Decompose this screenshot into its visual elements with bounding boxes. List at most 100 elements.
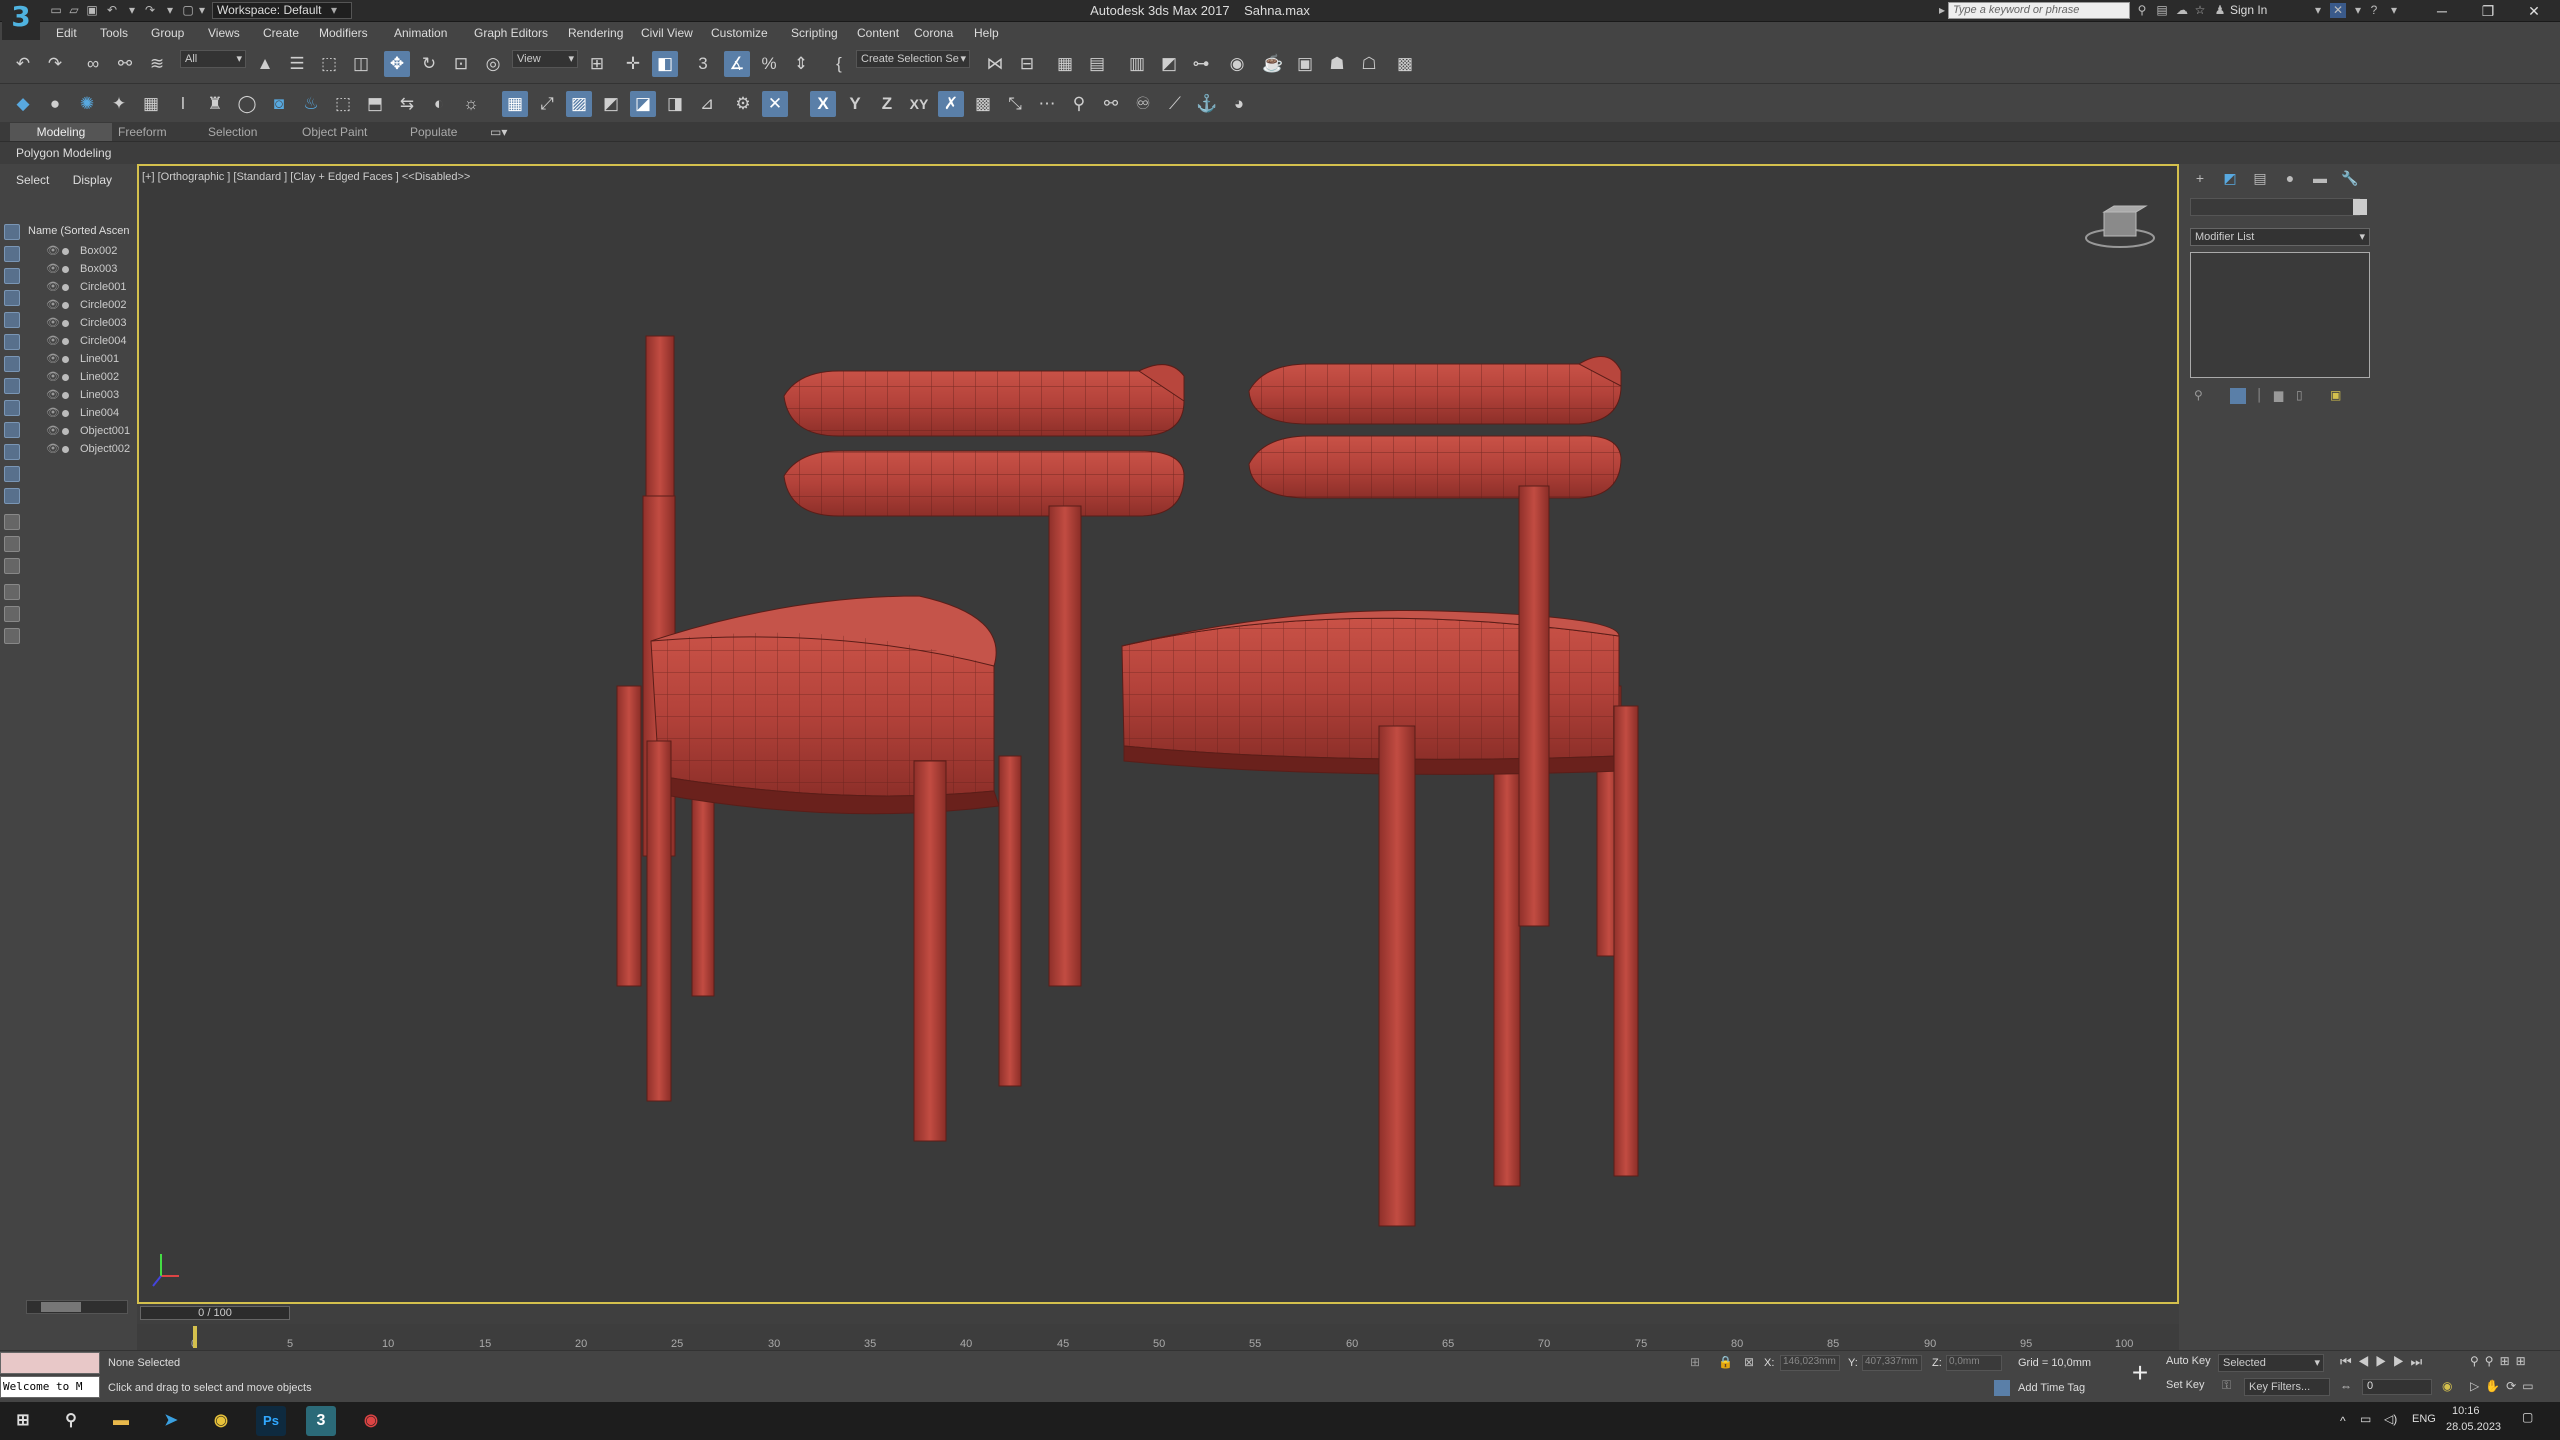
frame-buffer-icon[interactable]: ▦ <box>138 91 164 117</box>
create-tab-icon[interactable]: + <box>2190 170 2210 188</box>
key-mode-toggle-icon[interactable]: ⇔ <box>2340 1379 2352 1393</box>
subscription-icon[interactable]: ▤ <box>2154 3 2170 18</box>
menu-rendering[interactable]: Rendering <box>568 26 623 40</box>
snap-pivot-icon[interactable]: ⊿ <box>694 91 720 117</box>
viewcube-icon[interactable] <box>2080 200 2160 250</box>
eye-icon[interactable]: 👁 <box>46 422 60 440</box>
rendered-frame-window-icon[interactable]: ▣ <box>1292 51 1318 77</box>
ribbon-options-icon[interactable]: ▭▾ <box>490 125 507 139</box>
track-bar[interactable]: 0 5 10 15 20 25 30 35 40 45 50 55 60 65 … <box>137 1324 2179 1350</box>
list-item[interactable]: 👁 Line004 <box>26 404 132 422</box>
communication-center-icon[interactable]: ☁ <box>2174 3 2190 18</box>
toggle-ribbon-icon[interactable]: ▤ <box>1084 51 1110 77</box>
convert-icon[interactable]: ⇆ <box>394 91 420 117</box>
eye-icon[interactable]: 👁 <box>46 260 60 278</box>
time-tag-icon[interactable] <box>1994 1380 2010 1396</box>
snap-options-icon[interactable]: ⚙ <box>730 91 756 117</box>
menu-modifiers[interactable]: Modifiers <box>319 26 368 40</box>
redo-dropdown-icon[interactable]: ▾ <box>162 3 178 17</box>
undo-icon[interactable]: ↶ <box>10 51 36 77</box>
camera-filter-icon[interactable] <box>4 312 20 328</box>
make-unique-icon[interactable]: │ <box>2256 388 2264 402</box>
menu-help[interactable]: Help <box>974 26 999 40</box>
explorer-horizontal-scrollbar[interactable] <box>26 1300 128 1314</box>
reference-coord-dropdown[interactable]: View ▾ <box>512 50 578 68</box>
minimize-icon[interactable]: ─ <box>2420 0 2464 22</box>
list-item[interactable]: 👁 Circle003 <box>26 314 132 332</box>
list-item[interactable]: 👁 Line003 <box>26 386 132 404</box>
unlink-icon[interactable]: ⚯ <box>112 51 138 77</box>
constraint-plane-icon[interactable]: ✗ <box>938 91 964 117</box>
favorites-star-icon[interactable]: ☆ <box>2192 3 2208 18</box>
spacing-tool-icon[interactable]: ⤡ <box>1002 91 1028 117</box>
list-item[interactable]: 👁 Circle001 <box>26 278 132 296</box>
restore-icon[interactable]: ❐ <box>2466 0 2510 22</box>
menu-animation[interactable]: Animation <box>394 26 447 40</box>
language-indicator[interactable]: ENG <box>2412 1413 2436 1425</box>
select-move-icon[interactable]: ✥ <box>384 51 410 77</box>
tab-populate[interactable]: Populate <box>410 125 457 139</box>
container-filter-icon[interactable] <box>4 466 20 482</box>
viewport-orbit-controls[interactable]: ▷✋⟳▭ <box>2470 1379 2540 1393</box>
z-coordinate-field[interactable]: 0,0mm <box>1946 1355 2002 1371</box>
snaps-toggle-icon[interactable]: 3 <box>690 51 716 77</box>
eye-icon[interactable]: 👁 <box>46 242 60 260</box>
redo-icon[interactable]: ↷ <box>42 51 68 77</box>
xref-filter-icon[interactable] <box>4 400 20 416</box>
object-color-swatch[interactable] <box>2353 199 2367 215</box>
menu-edit[interactable]: Edit <box>56 26 77 40</box>
script-icon[interactable]: ǀ <box>170 91 196 117</box>
eye-icon[interactable]: 👁 <box>46 404 60 422</box>
notification-icon[interactable]: ▢ <box>2522 1410 2533 1424</box>
keyboard-shortcut-override-icon[interactable]: ◧ <box>652 51 678 77</box>
menu-content[interactable]: Content <box>857 26 899 40</box>
shape-filter-icon[interactable] <box>4 268 20 284</box>
list-item[interactable]: 👁 Circle004 <box>26 332 132 350</box>
eye-icon[interactable]: 👁 <box>46 368 60 386</box>
display-tab-icon[interactable]: ▬ <box>2310 170 2330 188</box>
window-crossing-icon[interactable]: ◫ <box>348 51 374 77</box>
list-item[interactable]: 👁 Box002 <box>26 242 132 260</box>
menu-graph-editors[interactable]: Graph Editors <box>474 26 548 40</box>
render-icon[interactable]: ♜ <box>202 91 228 117</box>
snap-vertex-icon[interactable]: ⤢ <box>534 91 560 117</box>
tab-selection[interactable]: Selection <box>208 125 257 139</box>
modifier-stack[interactable] <box>2190 252 2370 378</box>
keyword-search-input[interactable]: Type a keyword or phrase <box>1948 2 2130 19</box>
clock-date[interactable]: 28.05.2023 <box>2446 1421 2501 1433</box>
group-filter-icon[interactable] <box>4 378 20 394</box>
key-filters-button[interactable]: Key Filters... <box>2244 1378 2330 1396</box>
list-item[interactable]: 👁 Object002 <box>26 440 132 458</box>
sign-in-button[interactable]: Sign In <box>2230 3 2267 17</box>
scene-icon[interactable]: ◙ <box>266 91 292 117</box>
maxscript-mini-listener[interactable]: Welcome to M <box>0 1376 100 1398</box>
taskbar-search-icon[interactable]: ⚲ <box>56 1406 86 1436</box>
align-icon[interactable]: ⊟ <box>1014 51 1040 77</box>
menu-tools[interactable]: Tools <box>100 26 128 40</box>
particle-filter-icon[interactable] <box>4 444 20 460</box>
constraint-z-button[interactable]: Z <box>874 91 900 117</box>
manipulate-icon[interactable]: ✛ <box>620 51 646 77</box>
bind-space-warp-icon[interactable]: ≋ <box>144 51 170 77</box>
material-editor-icon[interactable]: ◉ <box>1224 51 1250 77</box>
rectangular-selection-icon[interactable]: ⬚ <box>316 51 342 77</box>
filter-funnel-icon[interactable] <box>4 584 20 600</box>
constraint-xy-button[interactable]: XY <box>906 91 932 117</box>
material-icon[interactable]: ✦ <box>106 91 132 117</box>
create-light-icon[interactable]: ◆ <box>10 91 36 117</box>
menu-create[interactable]: Create <box>263 26 299 40</box>
hierarchy-tab-icon[interactable]: ▤ <box>2250 170 2270 188</box>
render-iterative-icon[interactable]: ☖ <box>1356 51 1382 77</box>
proxy-icon[interactable]: ⬚ <box>330 91 356 117</box>
snap-midpoint-icon[interactable]: ◨ <box>662 91 688 117</box>
playback-controls[interactable]: ⏮◀▶▶⏭ <box>2340 1354 2428 1370</box>
menu-views[interactable]: Views <box>208 26 240 40</box>
chrome-icon[interactable]: ◉ <box>206 1406 236 1436</box>
create-sphere-icon[interactable]: ● <box>42 91 68 117</box>
file-explorer-icon[interactable]: ▬ <box>106 1406 136 1436</box>
quick-access-dropdown-icon[interactable]: ▾ <box>194 3 210 17</box>
remove-modifier-icon[interactable]: ▆ <box>2274 388 2283 402</box>
tab-freeform[interactable]: Freeform <box>118 125 167 139</box>
3ds-max-taskbar-icon[interactable]: 3 <box>306 1406 336 1436</box>
chrome-profile-icon[interactable]: ◉ <box>356 1406 386 1436</box>
